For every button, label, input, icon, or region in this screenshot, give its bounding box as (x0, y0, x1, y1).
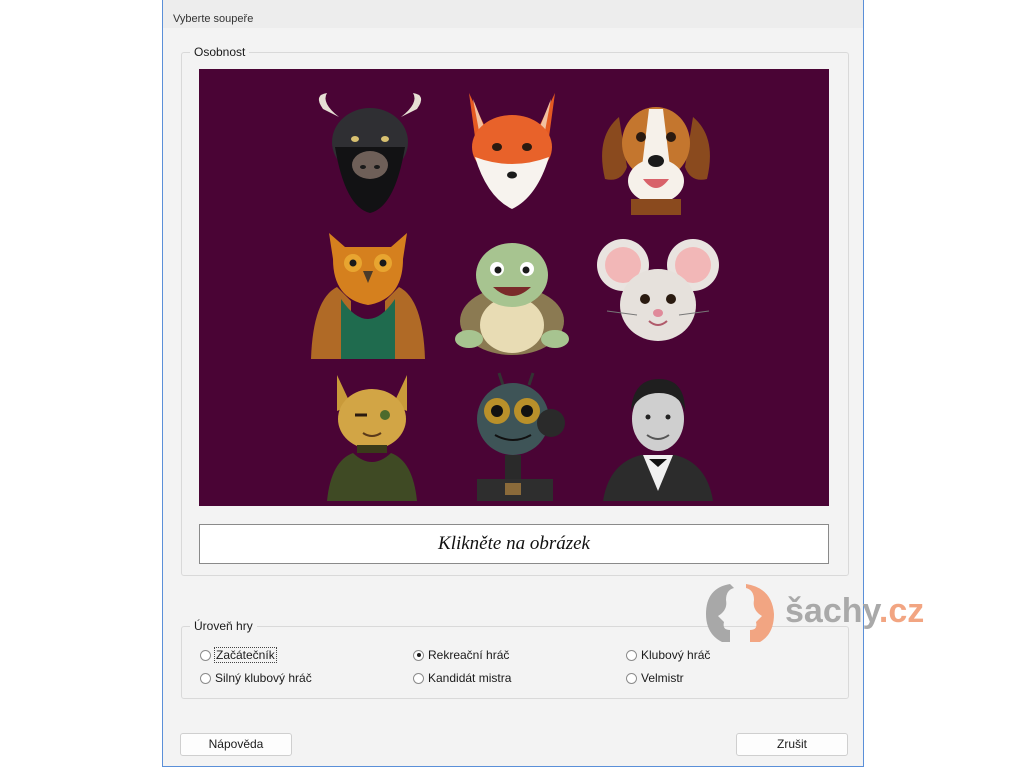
watermark-text-cz: .cz (878, 592, 925, 630)
level-option-label: Klubový hráč (641, 648, 711, 662)
level-option-label: Kandidát mistra (428, 671, 512, 685)
select-opponent-dialog: Vyberte soupeře Osobnost Klikněte na obr… (162, 0, 864, 767)
man-portrait[interactable] (593, 371, 723, 501)
level-option-silny-klubovy-hrac[interactable]: Silný klubový hráč (200, 671, 312, 685)
level-option-label: Rekreační hráč (428, 648, 510, 662)
level-option-velmistr[interactable]: Velmistr (626, 671, 684, 685)
help-button[interactable]: Nápověda (180, 733, 292, 756)
level-group-label: Úroveň hry (190, 619, 257, 633)
fox-portrait[interactable] (447, 87, 577, 217)
sachy-logo-icon (706, 584, 774, 642)
dog-portrait[interactable] (591, 87, 721, 217)
cat-portrait[interactable] (307, 371, 437, 501)
level-option-label: Silný klubový hráč (215, 671, 312, 685)
portrait-grid (199, 69, 829, 506)
cancel-button[interactable]: Zrušit (736, 733, 848, 756)
level-option-rekreacni-hrac[interactable]: Rekreační hráč (413, 648, 509, 662)
window-title: Vyberte soupeře (173, 13, 254, 25)
robot-portrait[interactable] (451, 371, 581, 501)
level-option-label: Začátečník (214, 647, 277, 663)
sachy-cz-watermark: šachy.cz (700, 580, 940, 645)
level-option-zacatecnik[interactable]: Začátečník (200, 647, 277, 663)
owl-portrait[interactable] (303, 229, 433, 359)
portrait-caption: Klikněte na obrázek (199, 524, 829, 564)
mouse-portrait[interactable] (593, 229, 723, 359)
watermark-text: šachy.cz (785, 592, 924, 631)
bull-portrait[interactable] (305, 87, 435, 217)
level-option-klubovy-hrac[interactable]: Klubový hráč (626, 648, 710, 662)
radio-button[interactable] (626, 672, 637, 684)
personality-group-label: Osobnost (190, 45, 250, 59)
watermark-text-sachy: šachy (785, 592, 879, 630)
radio-button-selected[interactable] (413, 649, 424, 661)
title-bar: Vyberte soupeře (163, 0, 863, 28)
radio-button[interactable] (413, 672, 424, 684)
turtle-portrait[interactable] (447, 229, 577, 359)
radio-button[interactable] (200, 649, 211, 661)
radio-button[interactable] (626, 649, 637, 661)
radio-button[interactable] (200, 672, 211, 684)
level-option-kandidat-mistra[interactable]: Kandidát mistra (413, 671, 511, 685)
level-option-label: Velmistr (641, 671, 684, 685)
